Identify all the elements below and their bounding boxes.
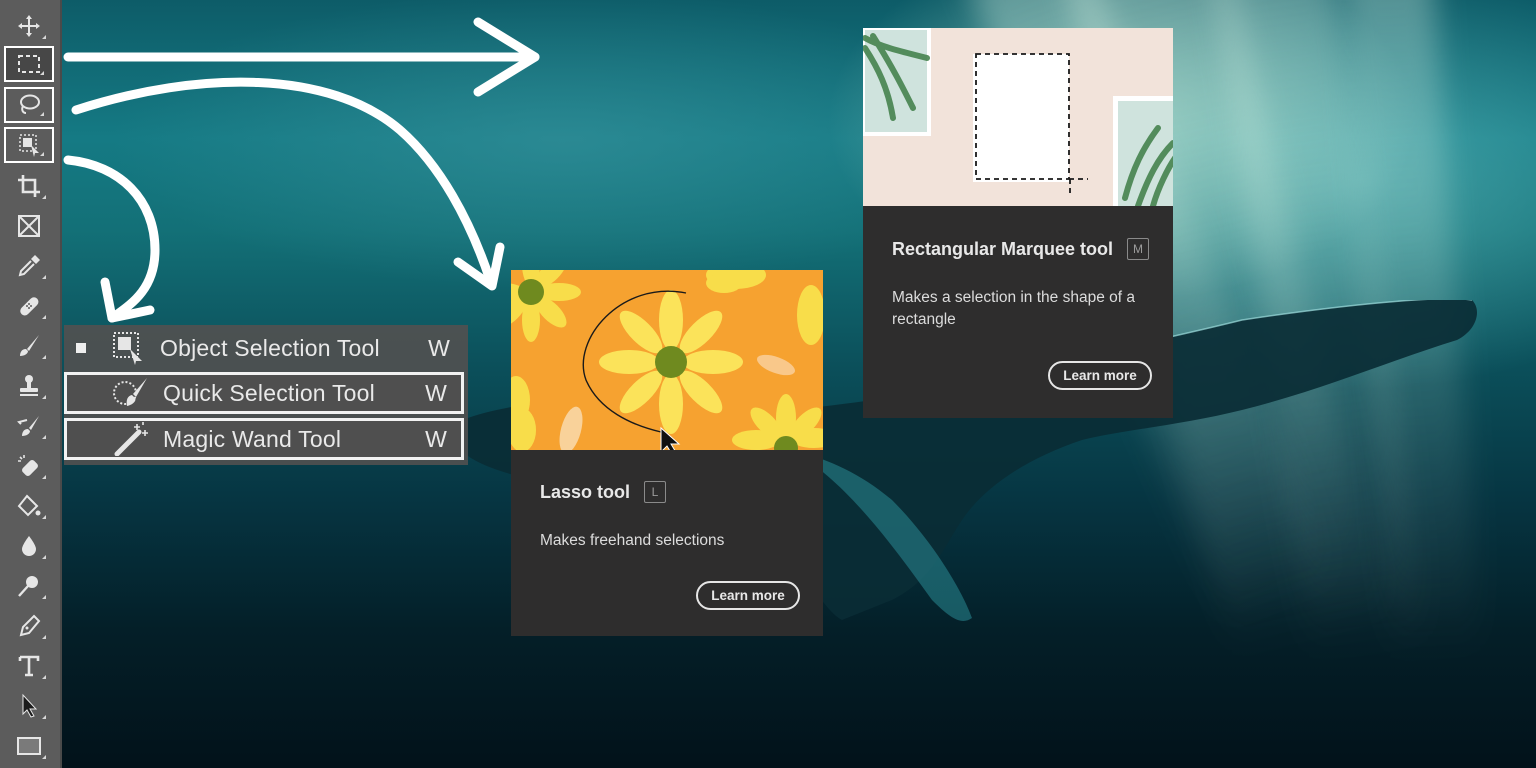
submenu-indicator <box>40 71 44 75</box>
clone-stamp-tool[interactable] <box>4 368 54 404</box>
pen-tool[interactable] <box>4 608 54 644</box>
card-title-text: Lasso tool <box>540 481 631 502</box>
submenu-indicator <box>42 355 46 359</box>
rectangle-icon <box>17 737 41 755</box>
tooltip-card-rectangular-marquee: Rectangular Marquee tool M Makes a selec… <box>863 28 1173 418</box>
card-description: Makes freehand selections <box>540 532 725 549</box>
crop-tool[interactable] <box>4 168 54 204</box>
submenu-indicator <box>42 515 46 519</box>
lasso-tool[interactable] <box>4 87 54 123</box>
paint-bucket-tool[interactable] <box>4 488 54 524</box>
bandage-icon <box>20 297 39 316</box>
menu-item-object-selection[interactable]: Object Selection Tool W <box>64 327 464 369</box>
marquee-illustration <box>863 28 1173 206</box>
learn-more-button[interactable]: Learn more <box>1048 361 1152 390</box>
menu-item-shortcut: W <box>425 425 447 452</box>
magic-wand-icon <box>114 422 148 456</box>
brush-icon <box>20 335 39 356</box>
card-description: Makes a selection in the shape of a rect… <box>892 289 1135 328</box>
quick-selection-icon <box>113 378 147 406</box>
menu-item-magic-wand[interactable]: Magic Wand Tool W <box>64 418 464 460</box>
card-title: Lasso tool L <box>540 481 667 503</box>
type-icon <box>18 655 40 677</box>
menu-item-shortcut: W <box>425 379 447 406</box>
menu-item-shortcut: W <box>428 334 450 361</box>
submenu-indicator <box>42 275 46 279</box>
submenu-indicator <box>42 755 46 759</box>
eraser-tool[interactable] <box>4 448 54 484</box>
submenu-indicator <box>40 112 44 116</box>
menu-item-label: Object Selection Tool <box>160 334 380 361</box>
dodge-icon <box>18 576 38 597</box>
submenu-indicator <box>42 715 46 719</box>
drop-icon <box>22 536 36 556</box>
marquee-preview-image <box>863 28 1173 206</box>
card-title-text: Rectangular Marquee tool <box>892 238 1114 259</box>
pen-icon <box>19 614 41 637</box>
rectangular-marquee-icon <box>18 55 40 73</box>
history-brush-icon <box>17 416 39 436</box>
dodge-tool[interactable] <box>4 568 54 604</box>
paint-bucket-icon <box>17 494 41 517</box>
path-selection-tool[interactable] <box>4 688 54 724</box>
arrow-cursor-icon <box>22 693 38 718</box>
submenu-indicator <box>42 675 46 679</box>
tooltip-card-lasso: Lasso tool L Makes freehand selections L… <box>511 270 823 636</box>
selected-indicator <box>76 343 86 353</box>
move-icon <box>18 15 40 37</box>
submenu-indicator <box>42 475 46 479</box>
rectangular-marquee-tool[interactable] <box>4 46 54 82</box>
card-title: Rectangular Marquee tool M <box>892 238 1150 260</box>
frame-icon <box>18 215 40 237</box>
shortcut-key-badge: L <box>644 481 667 503</box>
lasso-icon <box>20 94 40 114</box>
brush-tool[interactable] <box>4 328 54 364</box>
eyedropper-tool[interactable] <box>4 248 54 284</box>
object-selection-icon <box>113 332 142 365</box>
history-brush-tool[interactable] <box>4 408 54 444</box>
move-tool[interactable] <box>4 8 54 44</box>
frame-tool[interactable] <box>4 208 54 244</box>
type-tool[interactable] <box>4 648 54 684</box>
shortcut-key-badge: M <box>1127 238 1150 260</box>
object-selection-icon <box>19 134 39 157</box>
eyedropper-icon <box>18 255 40 277</box>
lasso-illustration <box>511 270 823 450</box>
crop-icon <box>18 175 40 197</box>
submenu-indicator <box>42 555 46 559</box>
submenu-indicator <box>40 152 44 156</box>
submenu-indicator <box>42 195 46 199</box>
submenu-indicator <box>42 35 46 39</box>
submenu-indicator <box>42 315 46 319</box>
learn-more-button[interactable]: Learn more <box>696 581 800 610</box>
menu-item-label: Magic Wand Tool <box>163 425 342 452</box>
submenu-indicator <box>42 395 46 399</box>
blur-tool[interactable] <box>4 528 54 564</box>
spot-healing-tool[interactable] <box>4 288 54 324</box>
menu-item-quick-selection[interactable]: Quick Selection Tool W <box>64 372 464 414</box>
submenu-indicator <box>42 635 46 639</box>
object-selection-tool[interactable] <box>4 127 54 163</box>
tools-panel <box>0 0 62 768</box>
selection-tools-flyout: Object Selection Tool W Quick Selection … <box>64 325 468 465</box>
eraser-icon <box>18 455 38 476</box>
submenu-indicator <box>42 595 46 599</box>
lasso-preview-image <box>511 270 823 450</box>
menu-item-label: Quick Selection Tool <box>163 379 375 406</box>
rectangle-tool[interactable] <box>4 728 54 764</box>
submenu-indicator <box>42 435 46 439</box>
stamp-icon <box>20 375 38 396</box>
